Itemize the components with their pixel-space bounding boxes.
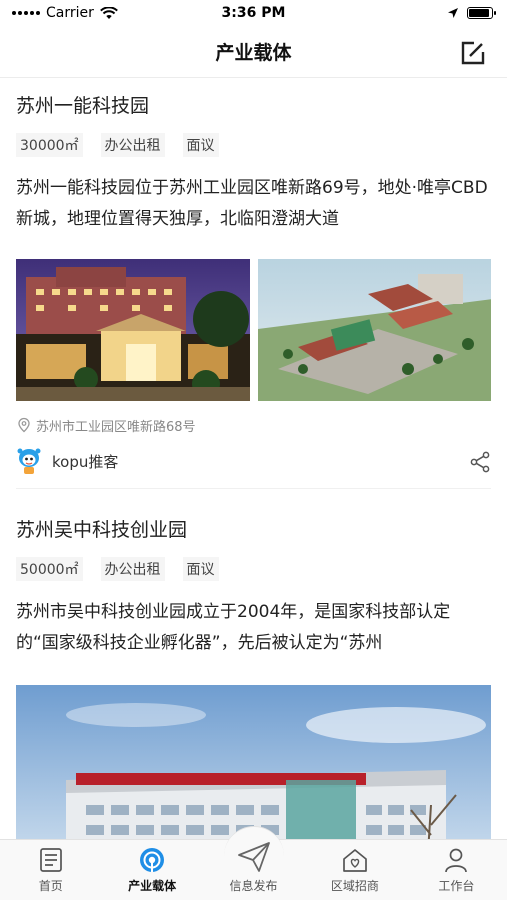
status-bar: Carrier 3:36 PM bbox=[0, 0, 507, 26]
author-name: kopu推客 bbox=[52, 453, 119, 471]
tab-label: 区域招商 bbox=[330, 879, 379, 893]
listing-description: 苏州一能科技园位于苏州工业园区唯新路69号，地处·唯亭CBD新城，地理位置得天独… bbox=[16, 178, 488, 229]
author-row: kopu推客 bbox=[16, 435, 491, 489]
tab-label: 产业载体 bbox=[128, 879, 177, 893]
status-right bbox=[447, 7, 496, 19]
listing-address: 苏州市工业园区唯新路68号 bbox=[16, 415, 491, 435]
listing-tags: 30000㎡ 办公出租 面议 bbox=[16, 133, 491, 157]
listing-card[interactable]: 苏州吴中科技创业园 50000㎡ 办公出租 面议 苏州市吴中科技创业园成立于20… bbox=[0, 503, 507, 839]
listing-tags: 50000㎡ 办公出租 面议 bbox=[16, 557, 491, 581]
send-icon bbox=[237, 842, 270, 872]
tab-carrier[interactable]: 产业载体 bbox=[101, 840, 202, 900]
tab-bar: 首页 产业载体 信息发布 区域招商 工作台 bbox=[0, 826, 507, 900]
tag-area: 50000㎡ bbox=[16, 557, 83, 581]
signal-dots-icon bbox=[12, 11, 40, 15]
tab-label: 首页 bbox=[38, 879, 63, 893]
user-icon bbox=[445, 848, 468, 873]
listing-photo-office-building[interactable] bbox=[16, 685, 491, 839]
carrier-label: Carrier bbox=[46, 5, 94, 21]
carrier-group: Carrier bbox=[12, 5, 118, 21]
location-arrow-icon bbox=[448, 8, 458, 18]
battery-icon bbox=[467, 7, 496, 19]
listing-title[interactable]: 苏州一能科技园 bbox=[16, 79, 491, 133]
tag-price: 面议 bbox=[182, 133, 219, 157]
listing-feed[interactable]: 苏州一能科技园 30000㎡ 办公出租 面议 苏州一能科技园位于苏州工业园区唯新… bbox=[0, 79, 507, 839]
listing-description: 苏州市吴中科技创业园成立于2004年，是国家科技部认定的“国家级科技企业孵化器”… bbox=[16, 602, 451, 653]
battery-level bbox=[469, 9, 489, 17]
home-list-icon bbox=[39, 848, 62, 872]
listing-photo-aerial-campus[interactable] bbox=[257, 259, 491, 401]
edit-icon[interactable] bbox=[459, 39, 487, 67]
listing-title[interactable]: 苏州吴中科技创业园 bbox=[16, 503, 491, 557]
page-title: 产业载体 bbox=[215, 42, 292, 64]
mascot-avatar-icon bbox=[17, 448, 41, 474]
carrier-icon bbox=[140, 848, 165, 872]
tag-price: 面议 bbox=[182, 557, 219, 581]
tag-type: 办公出租 bbox=[100, 133, 165, 157]
house-heart-icon bbox=[343, 849, 367, 872]
address-text: 苏州市工业园区唯新路68号 bbox=[36, 419, 196, 435]
listing-photos bbox=[16, 259, 491, 401]
listing-card[interactable]: 苏州一能科技园 30000㎡ 办公出租 面议 苏州一能科技园位于苏州工业园区唯新… bbox=[0, 79, 507, 489]
listing-photo-night-building[interactable] bbox=[16, 259, 250, 401]
tab-publish[interactable]: 信息发布 bbox=[203, 826, 304, 900]
tab-label: 工作台 bbox=[438, 879, 475, 893]
nav-bar: 产业载体 bbox=[0, 26, 507, 78]
tag-type: 办公出租 bbox=[100, 557, 165, 581]
share-icon[interactable] bbox=[469, 451, 491, 473]
tab-workbench[interactable]: 工作台 bbox=[406, 840, 507, 900]
wifi-icon bbox=[100, 6, 118, 19]
tab-label: 信息发布 bbox=[229, 879, 278, 893]
tab-region[interactable]: 区域招商 bbox=[304, 840, 405, 900]
tab-home[interactable]: 首页 bbox=[0, 840, 101, 900]
author[interactable]: kopu推客 bbox=[16, 447, 118, 477]
location-pin-icon bbox=[18, 417, 30, 433]
tag-area: 30000㎡ bbox=[16, 133, 83, 157]
